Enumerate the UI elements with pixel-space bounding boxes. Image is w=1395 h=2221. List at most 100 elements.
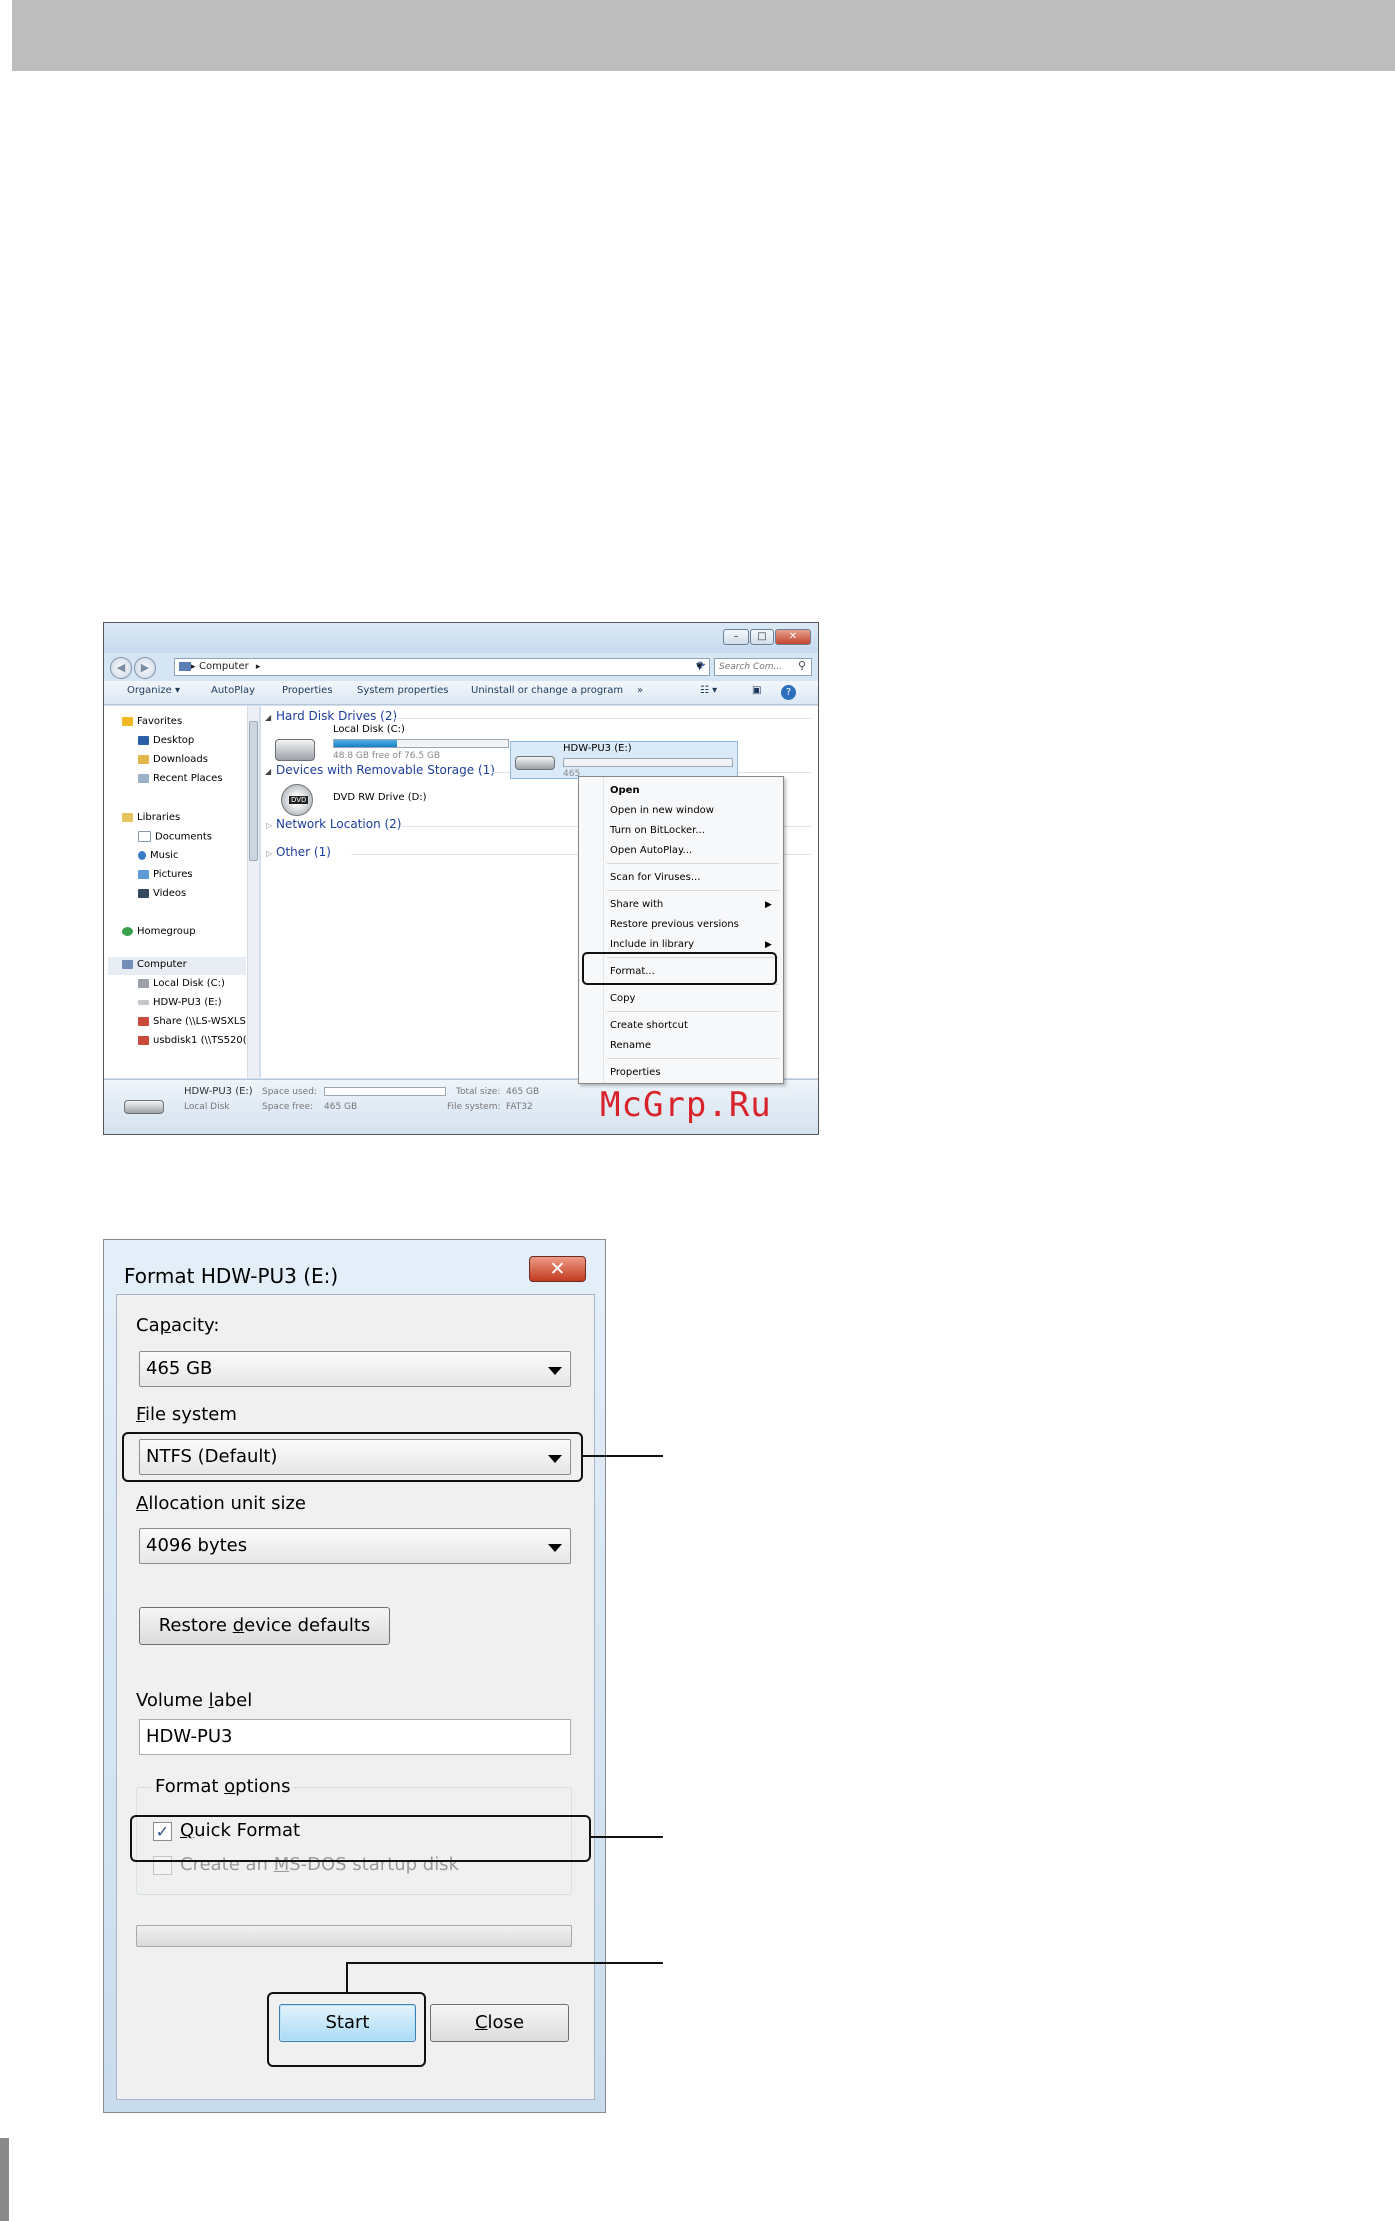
drive-c-name[interactable]: Local Disk (C:) (333, 724, 405, 735)
file-system-label: File system (136, 1404, 237, 1425)
nav-recent-places[interactable]: Recent Places (138, 773, 223, 784)
file-system-label: File system: (447, 1102, 501, 1112)
volume-label-input[interactable]: HDW-PU3 (139, 1719, 571, 1755)
nav-desktop[interactable]: Desktop (138, 735, 194, 746)
format-options-label: Format options (152, 1776, 294, 1797)
menu-share-with[interactable]: Share with (610, 899, 663, 910)
more-commands-button[interactable]: » (637, 685, 643, 696)
maximize-button[interactable]: □ (750, 629, 774, 645)
total-size-label: Total size: (456, 1087, 501, 1097)
properties-button[interactable]: Properties (282, 685, 333, 696)
navigation-row: ◀ ▶ ▸ Computer ▸ ▼ ⟳ ⚲ (104, 653, 818, 681)
expand-triangle-icon[interactable]: ▷ (266, 821, 272, 830)
nav-hdw-pu3[interactable]: HDW-PU3 (E:) (138, 997, 222, 1008)
search-icon[interactable]: ⚲ (798, 659, 806, 672)
menu-separator (607, 1058, 779, 1059)
nav-documents[interactable]: Documents (138, 831, 212, 843)
scrollbar-thumb[interactable] (249, 721, 258, 861)
views-icon[interactable]: ☷ ▾ (700, 685, 717, 696)
group-network-location[interactable]: Network Location (2) (276, 817, 401, 831)
submenu-arrow-icon: ▶ (765, 900, 772, 910)
menu-include-library[interactable]: Include in library (610, 939, 694, 950)
quick-format-highlight (130, 1815, 591, 1862)
menu-rename[interactable]: Rename (610, 1040, 651, 1051)
pictures-icon (138, 869, 149, 879)
dialog-title: Format HDW-PU3 (E:) (124, 1264, 339, 1288)
menu-create-shortcut[interactable]: Create shortcut (610, 1020, 688, 1031)
menu-scan-viruses[interactable]: Scan for Viruses... (610, 872, 700, 883)
nav-usbdisk[interactable]: usbdisk1 (\\TS520( (138, 1035, 247, 1046)
organize-menu[interactable]: Organize ▾ (127, 685, 180, 696)
nav-computer[interactable]: Computer (122, 959, 187, 970)
back-arrow-icon[interactable]: ◀ (110, 657, 132, 679)
group-removable-storage[interactable]: Devices with Removable Storage (1) (276, 763, 495, 777)
nav-videos[interactable]: Videos (138, 888, 186, 899)
details-drive-type: Local Disk (184, 1102, 230, 1112)
nav-downloads[interactable]: Downloads (138, 754, 208, 765)
nav-libraries[interactable]: Libraries (122, 812, 180, 823)
forward-arrow-icon[interactable]: ▶ (134, 657, 156, 679)
help-icon[interactable]: ? (781, 685, 796, 700)
address-bar[interactable]: ▸ Computer ▸ ▼ (174, 658, 710, 676)
dropdown-arrow-icon (548, 1367, 562, 1375)
drive-e-tile[interactable]: HDW-PU3 (E:) 465 (510, 741, 738, 779)
explorer-titlebar: – □ ✕ (104, 623, 818, 653)
allocation-size-label: Allocation unit size (136, 1493, 306, 1514)
group-divider (391, 718, 811, 719)
drive-icon (138, 999, 149, 1005)
space-used-label: Space used: (262, 1087, 317, 1097)
nav-share[interactable]: Share (\\LS-WSXLS (138, 1016, 246, 1027)
recent-places-icon (138, 773, 149, 783)
total-size-value: 465 GB (506, 1087, 540, 1097)
allocation-size-select[interactable]: 4096 bytes (139, 1528, 571, 1564)
menu-separator (607, 1011, 779, 1012)
submenu-arrow-icon: ▶ (765, 940, 772, 950)
nav-local-disk[interactable]: Local Disk (C:) (138, 978, 225, 989)
menu-open-new-window[interactable]: Open in new window (610, 805, 714, 816)
dropdown-arrow-icon (548, 1544, 562, 1552)
space-free-label: Space free: (262, 1102, 314, 1112)
collapse-triangle-icon[interactable]: ◢ (265, 767, 271, 776)
close-button[interactable]: Close (430, 2004, 569, 2042)
expand-triangle-icon[interactable]: ▷ (266, 849, 272, 858)
collapse-triangle-icon[interactable]: ◢ (265, 713, 271, 722)
network-drive-disconnected-icon (138, 1016, 149, 1026)
space-free-value: 465 GB (324, 1102, 358, 1112)
preview-pane-icon[interactable]: ▣ (752, 685, 761, 696)
navigation-pane: Favorites Desktop Downloads Recent Place… (104, 706, 260, 1078)
group-hard-disk-drives[interactable]: Hard Disk Drives (2) (276, 709, 397, 723)
nav-homegroup[interactable]: Homegroup (122, 926, 196, 937)
dialog-close-button[interactable]: ✕ (529, 1256, 586, 1282)
nav-favorites[interactable]: Favorites (122, 716, 182, 727)
music-icon (138, 850, 146, 860)
uninstall-program-button[interactable]: Uninstall or change a program (471, 685, 623, 696)
homegroup-icon (122, 926, 133, 936)
restore-defaults-button[interactable]: Restore device defaults (139, 1607, 390, 1645)
local-disk-icon (138, 978, 149, 988)
menu-autoplay[interactable]: Open AutoPlay... (610, 845, 692, 856)
breadcrumb-computer[interactable]: Computer (199, 661, 249, 672)
breadcrumb-chevron-icon[interactable]: ▸ (256, 662, 261, 672)
system-properties-button[interactable]: System properties (357, 685, 449, 696)
refresh-icon[interactable]: ⟳ (692, 659, 710, 675)
network-drive-disconnected-icon (138, 1035, 149, 1045)
nav-pictures[interactable]: Pictures (138, 869, 193, 880)
capacity-select[interactable]: 465 GB (139, 1351, 571, 1387)
nav-music[interactable]: Music (138, 850, 178, 861)
libraries-icon (122, 812, 133, 822)
menu-bitlocker[interactable]: Turn on BitLocker... (610, 825, 705, 836)
drive-d-name[interactable]: DVD RW Drive (D:) (333, 792, 427, 803)
close-button[interactable]: ✕ (775, 629, 811, 645)
menu-properties[interactable]: Properties (610, 1067, 661, 1078)
volume-label-value: HDW-PU3 (146, 1726, 233, 1747)
menu-copy[interactable]: Copy (610, 993, 635, 1004)
menu-separator (607, 890, 779, 891)
menu-open[interactable]: Open (610, 785, 640, 796)
callout-line (346, 1962, 663, 1964)
minimize-button[interactable]: – (723, 629, 749, 645)
details-drive-name: HDW-PU3 (E:) (184, 1086, 253, 1097)
menu-restore-versions[interactable]: Restore previous versions (610, 919, 739, 930)
autoplay-button[interactable]: AutoPlay (211, 685, 255, 696)
group-other[interactable]: Other (1) (276, 845, 331, 859)
callout-line (591, 1836, 663, 1838)
